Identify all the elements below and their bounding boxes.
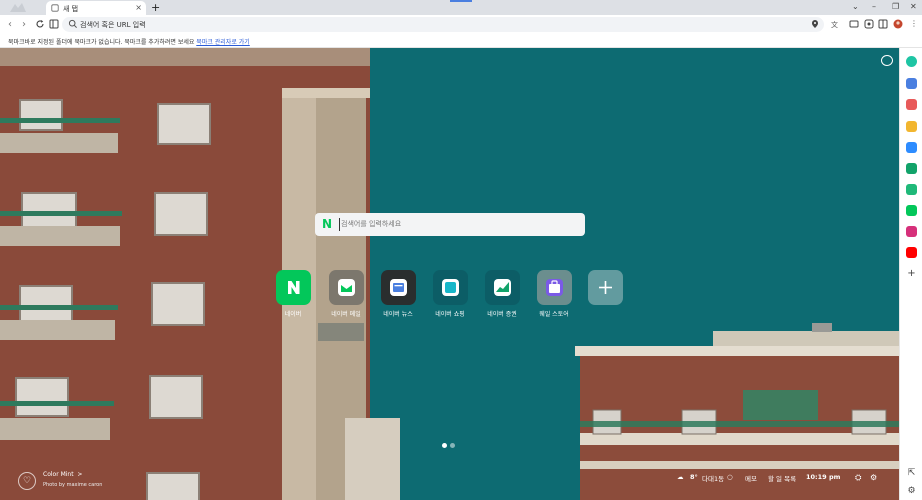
shortcut-label: 네이버 쇼핑 xyxy=(435,311,465,318)
shortcut-naver-news[interactable]: 네이버 뉴스 xyxy=(373,270,423,318)
shopping-icon xyxy=(432,270,468,305)
back-icon[interactable]: ‹ xyxy=(8,17,12,32)
todo-button[interactable]: 할 일 목록 xyxy=(768,473,796,483)
weather-cycle-icon[interactable]: ○ xyxy=(727,473,733,481)
settings-gear-icon[interactable]: ⚙ xyxy=(870,473,877,482)
minimize-button[interactable]: – xyxy=(872,1,876,13)
memo-button[interactable]: 메모 xyxy=(745,473,757,483)
side-settings-icon[interactable]: ⚙ xyxy=(906,486,917,497)
naver-logo-icon: N xyxy=(322,217,333,231)
stock-chart-icon xyxy=(484,270,520,305)
bookmark-empty-message: 북마크바로 지정된 폴더에 북마크가 없습니다. 북마크를 추가하려면 보세요 … xyxy=(8,39,250,46)
reload-icon[interactable] xyxy=(35,19,45,29)
maximize-button[interactable]: ❐ xyxy=(892,1,899,13)
shortcut-label: 웨일 스토어 xyxy=(539,311,569,318)
shortcut-naver-stock[interactable]: 네이버 증권 xyxy=(477,270,527,318)
previous-tab-ghost[interactable] xyxy=(0,0,40,15)
side-add-icon[interactable]: + xyxy=(906,268,917,279)
location-pin-icon[interactable] xyxy=(810,19,820,29)
search-placeholder: 검색어를 입력하세요 xyxy=(341,220,402,228)
split-view-icon[interactable] xyxy=(878,19,888,29)
side-instagram-icon[interactable] xyxy=(906,226,917,237)
svg-text:文: 文 xyxy=(831,20,838,29)
shortcut-naver-mail[interactable]: 네이버 메일 xyxy=(321,270,371,318)
side-pocket-icon[interactable] xyxy=(906,99,917,110)
side-panel: + ⇱ ⚙ xyxy=(899,48,922,500)
translate-icon[interactable]: 文 xyxy=(831,19,841,29)
mail-icon xyxy=(328,270,364,305)
new-tab-icon xyxy=(51,4,59,12)
address-placeholder: 검색어 혹은 URL 입력 xyxy=(80,21,146,29)
side-papago-icon[interactable] xyxy=(906,142,917,153)
new-tab-button[interactable]: + xyxy=(151,0,160,15)
theme-name[interactable]: Color Mint > xyxy=(43,471,82,478)
new-tab-page: N 검색어를 입력하세요 네이버 네이버 메일 네이버 뉴스 네이버 쇼핑 네이… xyxy=(0,48,899,500)
store-icon xyxy=(536,270,572,305)
tab-new-tab[interactable]: 새 탭 × xyxy=(46,1,146,15)
clock: 10:19 pm xyxy=(806,473,841,481)
photo-credit: Photo by maxime caron xyxy=(43,482,103,488)
add-icon xyxy=(587,270,623,305)
tab-title: 새 탭 xyxy=(63,5,79,13)
shortcut-whale-store[interactable]: 웨일 스토어 xyxy=(529,270,579,318)
side-star-icon[interactable] xyxy=(906,121,917,132)
shortcut-naver-shopping[interactable]: 네이버 쇼핑 xyxy=(425,270,475,318)
side-calendar-icon[interactable] xyxy=(906,205,917,216)
side-translate-icon[interactable] xyxy=(906,78,917,89)
bookmark-bar: 북마크바로 지정된 폴더에 북마크가 없습니다. 북마크를 추가하려면 보세요 … xyxy=(0,34,922,48)
side-external-link-icon[interactable]: ⇱ xyxy=(906,468,917,479)
toolbar: ‹ › 검색어 혹은 URL 입력 文 ⋮ xyxy=(0,15,922,34)
weather-icon[interactable]: ☁ xyxy=(677,473,684,481)
chat-icon[interactable] xyxy=(881,55,893,66)
side-youtube-icon[interactable] xyxy=(906,247,917,258)
theme-chevron-icon: > xyxy=(77,471,83,478)
whale-sidebar-icon[interactable] xyxy=(906,56,917,67)
forward-icon[interactable]: › xyxy=(22,17,26,32)
shortcut-naver[interactable]: 네이버 xyxy=(268,270,318,318)
close-window-button[interactable]: ✕ xyxy=(910,1,917,13)
like-background-button[interactable]: ♡ xyxy=(18,472,36,490)
tab-close-icon[interactable]: × xyxy=(135,3,142,12)
search-icon xyxy=(68,19,77,28)
shortcut-label: 네이버 증권 xyxy=(487,311,517,318)
search-box[interactable]: N 검색어를 입력하세요 xyxy=(315,213,585,236)
side-mail-icon[interactable] xyxy=(906,163,917,174)
page-dot-2[interactable] xyxy=(450,443,455,448)
screen-icon[interactable] xyxy=(849,19,859,29)
tab-list-icon[interactable]: ⌄ xyxy=(852,1,859,13)
customize-icon[interactable]: ⛭ xyxy=(855,473,861,483)
page-dots xyxy=(442,433,458,452)
tab-accent-bar xyxy=(450,0,472,2)
sidebar-toggle-icon[interactable] xyxy=(49,19,59,29)
profile-avatar-icon[interactable] xyxy=(893,19,903,29)
page-dot-1[interactable] xyxy=(442,443,447,448)
weather-temp[interactable]: 8° xyxy=(690,473,698,481)
capture-icon[interactable] xyxy=(864,19,874,29)
shortcut-label: 네이버 뉴스 xyxy=(383,311,413,318)
menu-icon[interactable]: ⋮ xyxy=(909,19,919,29)
bookmark-manager-link[interactable]: 북마크 관리자로 가기 xyxy=(196,39,250,46)
naver-n-icon xyxy=(275,270,311,305)
shortcut-label: 네이버 메일 xyxy=(331,311,361,318)
address-bar[interactable]: 검색어 혹은 URL 입력 xyxy=(62,17,824,32)
side-stock-icon[interactable] xyxy=(906,184,917,195)
weather-location[interactable]: 다대1동 xyxy=(702,473,724,483)
search-caret xyxy=(339,218,340,231)
tab-strip: 새 탭 × + ⌄ – ❐ ✕ xyxy=(0,0,922,15)
news-icon xyxy=(380,270,416,305)
shortcut-label: 네이버 xyxy=(284,311,302,318)
add-shortcut-button[interactable] xyxy=(580,270,630,305)
